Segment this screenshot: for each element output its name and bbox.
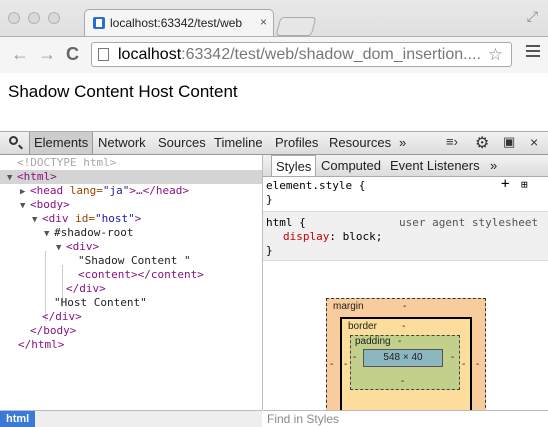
box-model-margin[interactable]: margin - - - border - - - - padding - - … — [326, 298, 486, 427]
maximize-window-button[interactable] — [48, 12, 60, 24]
tab-sources[interactable]: Sources — [158, 135, 206, 150]
ua-html-rule[interactable]: html { user agent stylesheet display: bl… — [263, 211, 548, 261]
padding-right-value: - — [451, 352, 455, 363]
address-bar[interactable]: localhost:63342/test/web/shadow_dom_inse… — [91, 42, 512, 67]
close-window-button[interactable] — [8, 12, 20, 24]
head-node[interactable]: ▶ <head lang="ja">…</head> — [20, 184, 189, 198]
element-style-selector: element.style { — [266, 179, 366, 192]
browser-tab[interactable]: localhost:63342/test/web × — [84, 9, 274, 36]
tab-event-listeners[interactable]: Event Listeners — [390, 158, 480, 173]
ua-selector: html { — [266, 216, 306, 229]
page-text: Shadow Content Host Content — [8, 82, 238, 101]
elements-tree: <!DOCTYPE html> ▼ <html> ▶ <head lang="ja"… — [0, 155, 263, 410]
shadow-div-node[interactable]: ▼ <div> — [56, 240, 99, 254]
padding-label: padding — [355, 336, 391, 347]
tab-timeline[interactable]: Timeline — [214, 135, 263, 150]
ua-declaration: display: block; — [283, 230, 383, 243]
shadow-text-node[interactable]: "Shadow Content " — [78, 254, 191, 268]
margin-top-value: - — [403, 301, 407, 312]
html-close[interactable]: </html> — [18, 338, 64, 352]
dock-icon[interactable]: ▣ — [503, 134, 515, 150]
devtools: Elements Network Sources Timeline Profil… — [0, 131, 548, 427]
collapsed-triangle-icon[interactable]: ▶ — [20, 185, 30, 199]
address-text: localhost:63342/test/web/shadow_dom_inse… — [118, 46, 481, 63]
content-node[interactable]: <content></content> — [78, 268, 204, 282]
margin-label: margin — [333, 301, 364, 312]
console-drawer-icon[interactable]: ≡› — [446, 134, 458, 149]
gear-icon[interactable]: ⚙ — [475, 133, 489, 153]
box-model-padding[interactable]: padding - - - - 548 × 40 — [350, 335, 460, 390]
find-in-styles-input[interactable]: Find in Styles — [263, 410, 548, 427]
ua-source: user agent stylesheet — [399, 216, 539, 229]
tab-network[interactable]: Network — [98, 135, 146, 150]
host-div-close[interactable]: </div> — [42, 310, 82, 324]
html-node[interactable]: ▼ <html> — [0, 170, 262, 184]
hamburger-menu-icon[interactable] — [526, 45, 540, 60]
body-close[interactable]: </body> — [30, 324, 76, 338]
minimize-window-button[interactable] — [28, 12, 40, 24]
star-icon[interactable]: ☆ — [488, 45, 503, 65]
expanded-triangle-icon[interactable]: ▼ — [56, 241, 66, 255]
page-viewport: Shadow Content Host Content — [0, 73, 548, 131]
new-tab-button[interactable] — [275, 17, 317, 36]
margin-left-value: - — [330, 359, 334, 370]
host-div-node[interactable]: ▼ <div id="host"> — [32, 212, 141, 226]
host-text-node[interactable]: "Host Content" — [54, 296, 147, 310]
tab-styles[interactable]: Styles — [271, 155, 317, 176]
border-label: border — [348, 321, 377, 332]
expanded-triangle-icon[interactable]: ▼ — [32, 213, 42, 227]
element-style-brace: } — [266, 193, 273, 206]
close-icon[interactable]: × — [530, 134, 538, 150]
devtools-tab-bar: Elements Network Sources Timeline Profil… — [0, 132, 548, 155]
more-tabs-icon[interactable]: » — [399, 135, 406, 150]
padding-top-value: - — [398, 336, 402, 347]
padding-left-value: - — [353, 352, 357, 363]
more-style-tabs-icon[interactable]: » — [490, 158, 497, 173]
margin-right-value: - — [476, 359, 480, 370]
expanded-triangle-icon[interactable]: ▼ — [20, 199, 30, 213]
expanded-triangle-icon[interactable]: ▼ — [44, 227, 54, 241]
search-icon[interactable] — [9, 136, 18, 145]
tab-title: localhost:63342/test/web — [110, 16, 243, 30]
element-style-rule[interactable]: element.style { + ⊞ } — [263, 177, 548, 211]
breadcrumb: html — [0, 410, 262, 427]
tab-resources[interactable]: Resources — [329, 135, 391, 150]
border-left-value: - — [344, 359, 348, 370]
tab-elements[interactable]: Elements — [29, 132, 94, 154]
box-model-content[interactable]: 548 × 40 — [363, 349, 443, 367]
padding-bottom-value: - — [401, 376, 405, 387]
back-arrow-icon[interactable]: ← — [11, 44, 29, 64]
doctype-node[interactable]: <!DOCTYPE html> — [17, 156, 116, 170]
styles-tab-bar: Styles Computed Event Listeners » — [263, 155, 548, 177]
tab-close-icon[interactable]: × — [260, 15, 267, 29]
add-rule-icon[interactable]: + — [501, 177, 509, 191]
browser-toolbar: ← → C localhost:63342/test/web/shadow_do… — [0, 36, 548, 73]
border-top-value: - — [402, 321, 406, 332]
favicon-icon — [93, 17, 105, 29]
element-state-icon[interactable]: ⊞ — [521, 178, 528, 191]
page-icon — [98, 48, 109, 61]
tab-computed[interactable]: Computed — [321, 158, 381, 173]
border-right-value: - — [462, 359, 466, 370]
reload-icon[interactable]: C — [66, 44, 79, 64]
shadow-root-node[interactable]: ▼ #shadow-root — [44, 226, 133, 240]
fullscreen-icon[interactable]: ⤢ — [527, 8, 538, 25]
ua-brace: } — [266, 244, 273, 257]
body-node[interactable]: ▼ <body> — [20, 198, 70, 212]
forward-arrow-icon[interactable]: → — [38, 44, 56, 64]
expanded-triangle-icon[interactable]: ▼ — [7, 171, 17, 185]
browser-chrome: localhost:63342/test/web × ⤢ ← → C local… — [0, 0, 548, 73]
tab-profiles[interactable]: Profiles — [275, 135, 318, 150]
styles-pane: Styles Computed Event Listeners » elemen… — [263, 155, 548, 427]
shadow-div-close[interactable]: </div> — [66, 282, 106, 296]
